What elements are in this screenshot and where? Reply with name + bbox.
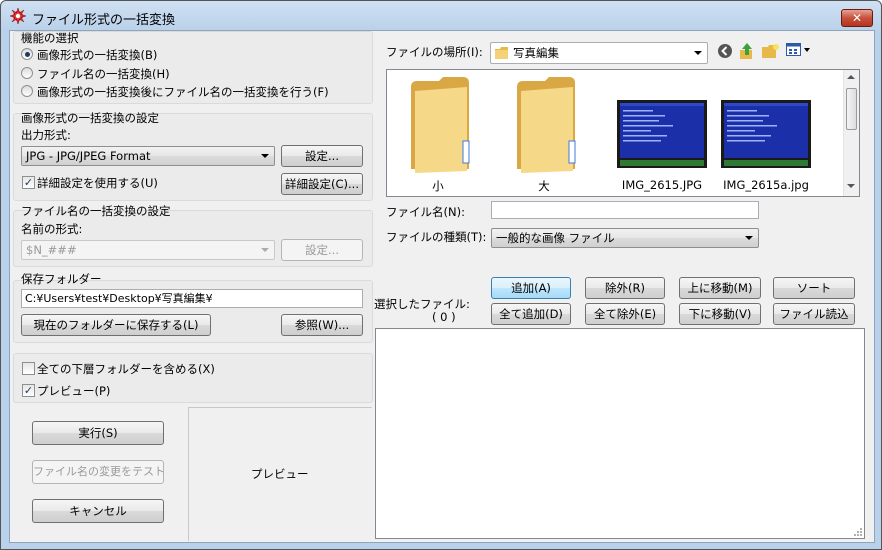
selected-files-list[interactable]	[375, 328, 865, 539]
preview-checkbox-label[interactable]: プレビュー(P)	[37, 383, 110, 399]
location-label: ファイルの場所(I):	[386, 45, 483, 59]
window-title: ファイル形式の一括変換	[32, 13, 176, 28]
save-path-field[interactable]: C:¥Users¥test¥Desktop¥写真編集¥	[21, 289, 363, 308]
resize-grip-icon[interactable]	[852, 526, 863, 537]
file-item-label: IMG_2615a.jpg	[723, 178, 809, 192]
scroll-down-icon[interactable]	[847, 184, 855, 188]
output-format-select[interactable]: JPG - JPG/JPEG Format	[21, 146, 275, 166]
format-settings-button[interactable]: 設定...	[281, 145, 363, 167]
output-format-label: 出力形式:	[21, 128, 71, 142]
image-format-group-title: 画像形式の一括変換の設定	[21, 111, 159, 125]
detail-settings-button[interactable]: 詳細設定(C)...	[281, 173, 363, 195]
cancel-button[interactable]: キャンセル	[32, 499, 164, 523]
file-list-scrollbar[interactable]	[843, 70, 859, 196]
move-down-button[interactable]: 下に移動(V)	[679, 303, 761, 325]
name-settings-button[interactable]: 設定...	[281, 239, 363, 261]
add-button[interactable]: 追加(A)	[491, 277, 571, 299]
preview-box-label: プレビュー	[251, 467, 309, 481]
filename-input[interactable]	[491, 201, 759, 219]
file-item-label: 大	[538, 179, 550, 193]
remove-all-button[interactable]: 全て除外(E)	[585, 303, 665, 325]
browse-button[interactable]: 参照(W)...	[281, 314, 363, 336]
selected-files-count: ( 0 )	[432, 310, 456, 324]
save-folder-group-title: 保存フォルダー	[21, 272, 102, 286]
detail-settings-label[interactable]: 詳細設定を使用する(U)	[37, 175, 158, 191]
sort-button[interactable]: ソート	[773, 277, 855, 299]
location-value: 写真編集	[513, 46, 559, 60]
file-item-image[interactable]: IMG_2615a.jpg	[713, 72, 813, 196]
file-item-label: 小	[432, 179, 444, 193]
save-current-folder-button[interactable]: 現在のフォルダーに保存する(L)	[21, 314, 211, 336]
file-item-folder-small[interactable]: 小	[397, 72, 479, 196]
back-icon[interactable]	[717, 43, 733, 59]
function-group-title: 機能の選択	[21, 31, 79, 45]
preview-checkbox[interactable]: ✓	[22, 384, 35, 397]
new-folder-icon[interactable]	[762, 43, 780, 59]
load-list-button[interactable]: ファイル読込	[773, 303, 855, 325]
run-button[interactable]: 実行(S)	[32, 421, 164, 445]
dialog-window: ファイル形式の一括変換 ✕ 機能の選択 画像形式の一括変換(B) ファイル名の一…	[0, 0, 882, 550]
filetype-value: 一般的な画像 ファイル	[496, 231, 615, 245]
radio-both-label[interactable]: 画像形式の一括変換後にファイル名の一括変換を行う(F)	[37, 84, 329, 100]
up-folder-icon[interactable]	[739, 42, 755, 60]
checkmark-icon: ✓	[23, 176, 34, 189]
filetype-select[interactable]: 一般的な画像 ファイル	[491, 228, 759, 248]
location-select[interactable]: 写真編集	[490, 42, 708, 64]
name-format-select[interactable]: $N_###	[21, 240, 275, 260]
subfolders-label[interactable]: 全ての下層フォルダーを含める(X)	[37, 361, 215, 377]
folder-icon	[517, 77, 576, 173]
preview-box: プレビュー	[188, 407, 372, 541]
app-icon	[9, 7, 27, 25]
add-all-button[interactable]: 全て追加(D)	[491, 303, 571, 325]
radio-filename[interactable]	[21, 67, 33, 79]
test-rename-button[interactable]: ファイル名の変更をテスト	[32, 460, 165, 484]
image-thumbnail-icon	[617, 100, 707, 168]
subfolders-checkbox[interactable]	[22, 362, 35, 375]
chevron-down-icon	[745, 236, 753, 240]
filename-label: ファイル名(N):	[386, 205, 465, 219]
name-format-label: 名前の形式:	[21, 222, 83, 236]
chevron-down-icon	[261, 154, 269, 158]
radio-both[interactable]	[21, 85, 33, 97]
folder-icon	[411, 77, 470, 173]
folder-icon	[495, 47, 508, 59]
file-item-folder-large[interactable]: 大	[503, 72, 585, 196]
filename-group-title: ファイル名の一括変換の設定	[21, 204, 171, 218]
title-bar[interactable]: ファイル形式の一括変換 ✕	[1, 1, 881, 29]
remove-button[interactable]: 除外(R)	[585, 277, 665, 299]
file-list-view[interactable]: 小 大 IMG_2615.JPG IMG_2615a.jpg	[386, 69, 860, 197]
chevron-down-icon	[261, 248, 269, 252]
scroll-thumb[interactable]	[846, 88, 857, 130]
image-thumbnail-icon	[721, 100, 811, 168]
filetype-label: ファイルの種類(T):	[386, 230, 487, 244]
dialog-client: 機能の選択 画像形式の一括変換(B) ファイル名の一括変換(H) 画像形式の一括…	[9, 30, 875, 543]
radio-image-format[interactable]	[21, 48, 33, 60]
detail-settings-checkbox[interactable]: ✓	[22, 176, 35, 189]
chevron-down-icon	[694, 51, 702, 55]
move-up-button[interactable]: 上に移動(M)	[679, 277, 761, 299]
checkmark-icon: ✓	[23, 384, 34, 397]
close-button[interactable]: ✕	[841, 9, 873, 27]
radio-filename-label[interactable]: ファイル名の一括変換(H)	[37, 66, 170, 82]
file-item-image[interactable]: IMG_2615.JPG	[609, 72, 709, 196]
scroll-up-icon[interactable]	[847, 75, 855, 79]
output-format-value: JPG - JPG/JPEG Format	[26, 149, 151, 163]
name-format-value: $N_###	[26, 243, 77, 257]
view-menu-icon[interactable]	[786, 43, 812, 57]
file-item-label: IMG_2615.JPG	[621, 178, 703, 192]
radio-image-format-label[interactable]: 画像形式の一括変換(B)	[37, 47, 157, 63]
